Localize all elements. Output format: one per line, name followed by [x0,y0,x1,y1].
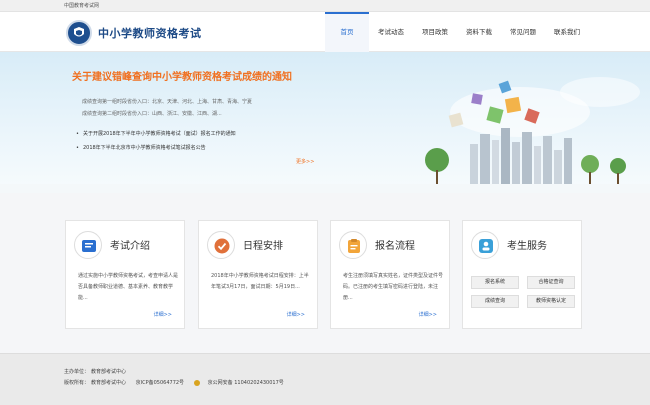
police-badge-icon [193,379,200,386]
card-description: 通过实施中小学教师资格考试，考查申请人是否具备教师职业道德、基本素养、教育教学能… [78,273,179,301]
banner-text-line: 成绩查询第一组时段省份入口：北京、天津、河北、上海、甘肃、青海、宁夏 [82,99,253,105]
card-more-link[interactable]: 详细>> [287,311,305,318]
nav-downloads[interactable]: 资料下载 [457,12,501,52]
card-title: 考试介绍 [110,241,150,252]
teacher-qualification-button[interactable]: 教师资格认定 [527,295,575,308]
document-pen-icon [74,231,102,259]
nav-faq[interactable]: 常见问题 [501,12,545,52]
card-more-link[interactable]: 详细>> [419,311,437,318]
banner-text-line: 成绩查询第二组时段省份入口：山西、浙江、安徽、江西、湖... [82,111,222,117]
card-description: 考生注册须填写真实姓名，证件类型及证件号码。已注册的考生填写密码进行登陆，未注册… [343,273,444,301]
police-record-link[interactable]: 京公网安备 11040202430017号 [208,380,284,386]
site-logo-icon[interactable] [66,20,92,46]
top-bar: 中国教育考试网 [0,0,650,12]
copyright-value: 教育部考试中心 [91,380,127,386]
card-schedule[interactable]: 日程安排 2018年中小学教师资格考试日程安排：上半年笔试3月17日，面试日期：… [198,220,318,329]
more-news-link[interactable]: 更多>> [296,158,314,165]
banner-headline[interactable]: 关于建议错峰查询中小学教师资格考试成绩的通知 [72,68,292,83]
footer: 主办单位： 教育部考试中心 版权所有： 教育部考试中心 京ICP备05064772号… [0,353,650,405]
card-title: 日程安排 [243,241,283,252]
main-nav: 首页 考试动态 项目政策 资料下载 常见问题 联系我们 [325,12,589,52]
hero-banner: 关于建议错峰查询中小学教师资格考试成绩的通知 成绩查询第一组时段省份入口：北京、… [0,52,650,193]
checkmark-icon [207,231,235,259]
certificate-query-button[interactable]: 合格证查询 [527,276,575,289]
nav-policy[interactable]: 项目政策 [413,12,457,52]
footer-sponsor: 主办单位： 教育部考试中心 [64,368,134,375]
nav-contact[interactable]: 联系我们 [545,12,589,52]
card-title: 报名流程 [375,241,415,252]
user-card-icon [471,231,499,259]
service-cards: 考试介绍 通过实施中小学教师资格考试，考查申请人是否具备教师职业道德、基本素养、… [65,220,585,330]
news-link[interactable]: 关于开展2018年下半年中小学教师资格考试（面试）报名工作的通知 [76,130,236,137]
icp-link[interactable]: 京ICP备05064772号 [136,380,184,386]
clipboard-icon [339,231,367,259]
sponsor-label: 主办单位： [64,369,90,375]
sponsor-value: 教育部考试中心 [91,369,127,375]
nav-home[interactable]: 首页 [325,12,369,52]
card-candidate-services: 考生服务 报名系统 合格证查询 成绩查询 教师资格认定 [462,220,582,329]
nav-exam-news[interactable]: 考试动态 [369,12,413,52]
registration-system-button[interactable]: 报名系统 [471,276,519,289]
header: 中小学教师资格考试 首页 考试动态 项目政策 资料下载 常见问题 联系我们 [0,12,650,52]
card-exam-intro[interactable]: 考试介绍 通过实施中小学教师资格考试，考查申请人是否具备教师职业道德、基本素养、… [65,220,185,329]
score-query-button[interactable]: 成绩查询 [471,295,519,308]
card-title: 考生服务 [507,241,547,252]
news-link[interactable]: 2018年下半年北京市中小学教师资格考试笔试报名公告 [76,144,206,151]
card-more-link[interactable]: 详细>> [154,311,172,318]
copyright-label: 版权所有： [64,380,90,386]
top-bar-text[interactable]: 中国教育考试网 [64,3,99,9]
site-title[interactable]: 中小学教师资格考试 [98,25,202,41]
card-registration[interactable]: 报名流程 考生注册须填写真实姓名，证件类型及证件号码。已注册的考生填写密码进行登… [330,220,450,329]
footer-copyright: 版权所有： 教育部考试中心 京ICP备05064772号 京公网安备 110402… [64,379,292,386]
card-description: 2018年中小学教师资格考试日程安排：上半年笔试3月17日，面试日期：5月19日… [211,273,309,290]
